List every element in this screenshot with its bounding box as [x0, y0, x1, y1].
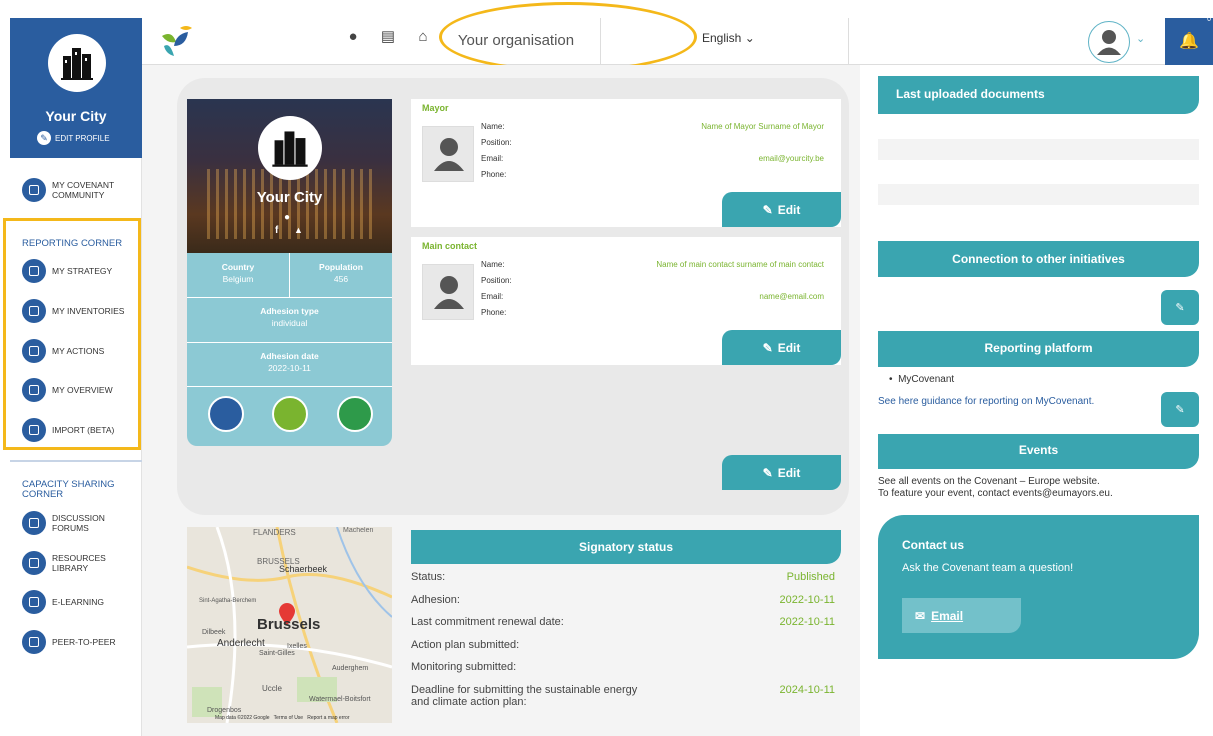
- buildings-icon: [61, 48, 93, 80]
- edit-reporting-platform-button[interactable]: ✎: [1161, 392, 1199, 427]
- twitter-icon[interactable]: ▲: [294, 225, 303, 235]
- edit-icon: ✎: [762, 465, 773, 480]
- edit-icon: ✎: [1175, 302, 1185, 314]
- signatory-deadline-row: Deadline for submitting the sustainable …: [411, 684, 835, 708]
- sidebar-item-my-covenant-community[interactable]: MY COVENANT COMMUNITY: [22, 178, 114, 202]
- sidebar-item-peer-to-peer[interactable]: PEER-TO-PEER: [22, 630, 116, 654]
- user-icon: [434, 276, 464, 309]
- chevron-down-icon: ⌄: [744, 31, 755, 45]
- home-icon[interactable]: ⌂: [414, 28, 432, 46]
- sidebar-item-discussion-forums[interactable]: DISCUSSION FORUMS: [22, 511, 105, 535]
- mitigation-icon: [208, 396, 244, 432]
- forum-icon: [22, 511, 46, 535]
- city-card-logo: [258, 116, 322, 180]
- user-icon: [434, 138, 464, 171]
- sidebar-divider: [10, 460, 142, 462]
- documents-list: [878, 118, 1199, 233]
- sidebar-profile: Your City ✎ EDIT PROFILE: [10, 18, 142, 158]
- chevron-down-icon[interactable]: ⌄: [1136, 32, 1145, 45]
- contact-us-card: Contact us Ask the Covenant team a quest…: [878, 515, 1199, 659]
- mayor-title: Mayor: [422, 103, 449, 113]
- reporting-corner-highlight: [3, 218, 141, 450]
- user-icon: [1097, 30, 1121, 55]
- signatory-row: Adhesion: 2022-10-11: [411, 594, 835, 606]
- adaptation-icon: [272, 396, 308, 432]
- edit-icon: ✎: [1175, 404, 1185, 416]
- main-contact-email: name@email.com: [759, 292, 824, 301]
- community-icon: [22, 178, 46, 202]
- city-card: Your City ● f ▲ Country Belgium Populatio…: [187, 99, 392, 446]
- facebook-icon[interactable]: f: [275, 225, 278, 236]
- sidebar-item-e-learning[interactable]: E-LEARNING: [22, 590, 104, 614]
- language-selector[interactable]: English ⌄: [702, 31, 755, 45]
- mayor-email: email@yourcity.be: [758, 154, 824, 163]
- sidebar-item-resources-library[interactable]: RESOURCES LIBRARY: [22, 551, 106, 575]
- buildings-icon: [272, 131, 308, 167]
- main-contact-name: Name of main contact surname of main con…: [656, 260, 824, 269]
- e-learning-icon: [22, 590, 46, 614]
- pencil-icon: ✎: [37, 131, 51, 145]
- city-photo: Your City ● f ▲: [187, 99, 392, 253]
- contact-us-title: Contact us: [902, 538, 965, 552]
- energy-poverty-icon: [337, 396, 373, 432]
- globe-icon[interactable]: ●: [284, 212, 290, 223]
- signatory-row: Monitoring submitted:: [411, 661, 517, 673]
- main-contact-photo: [422, 264, 474, 320]
- reporting-platform-item: • MyCovenant: [889, 374, 955, 385]
- edit-profile-link[interactable]: ✎ EDIT PROFILE: [37, 131, 110, 145]
- envelope-icon: ✉: [915, 608, 926, 623]
- library-icon: [22, 551, 46, 575]
- location-map[interactable]: FLANDERS Machelen BRUSSELS Schaerbeek Br…: [187, 527, 392, 723]
- signatory-row: Last commitment renewal date: 2022-10-11: [411, 616, 835, 628]
- city-logo: [48, 34, 106, 92]
- city-card-name: Your City: [256, 189, 323, 206]
- signatory-row: Status: Published: [411, 571, 835, 583]
- reporting-guidance-link[interactable]: See here guidance for reporting on MyCov…: [878, 396, 1094, 407]
- notifications-button[interactable]: 🔔 0: [1165, 16, 1213, 65]
- edit-mayor-button[interactable]: ✎ Edit: [722, 192, 841, 227]
- edit-connection-button[interactable]: ✎: [1161, 290, 1199, 325]
- globe-icon[interactable]: ●: [344, 28, 362, 46]
- edit-profile-panel-button[interactable]: ✎ Edit: [722, 455, 841, 490]
- events-header: Events: [878, 434, 1199, 469]
- last-uploaded-documents-header: Last uploaded documents: [878, 76, 1199, 114]
- user-avatar[interactable]: [1088, 21, 1130, 63]
- edit-main-contact-button[interactable]: ✎ Edit: [722, 330, 841, 365]
- edit-icon: ✎: [762, 340, 773, 355]
- signatory-row: Action plan submitted:: [411, 639, 520, 651]
- notification-count: 0: [1207, 16, 1211, 23]
- map-city-label: Brussels: [257, 616, 321, 633]
- sidebar-city-name: Your City: [45, 108, 107, 124]
- organisation-highlight: [439, 2, 697, 72]
- contact-us-text: Ask the Covenant team a question!: [902, 562, 1074, 574]
- capacity-sharing-heading: CAPACITY SHARING CORNER: [22, 479, 115, 500]
- email-button[interactable]: ✉ Email: [902, 598, 1021, 633]
- connection-initiatives-header: Connection to other initiatives: [878, 241, 1199, 277]
- mayor-name: Name of Mayor Surname of Mayor: [701, 122, 824, 131]
- peer-icon: [22, 630, 46, 654]
- bell-icon: 🔔: [1179, 33, 1199, 50]
- map-attribution: Map data ©2022 Google Terms of Use Repor…: [215, 715, 350, 721]
- reporting-platform-header: Reporting platform: [878, 331, 1199, 367]
- contact-card-icon[interactable]: ▤: [379, 28, 397, 46]
- mayor-photo: [422, 126, 474, 182]
- signatory-status-header: Signatory status: [411, 530, 841, 564]
- main-contact-title: Main contact: [422, 241, 478, 251]
- covenant-logo-icon: [162, 26, 192, 56]
- edit-icon: ✎: [762, 202, 773, 217]
- events-text: See all events on the Covenant – Europe …: [878, 476, 1113, 499]
